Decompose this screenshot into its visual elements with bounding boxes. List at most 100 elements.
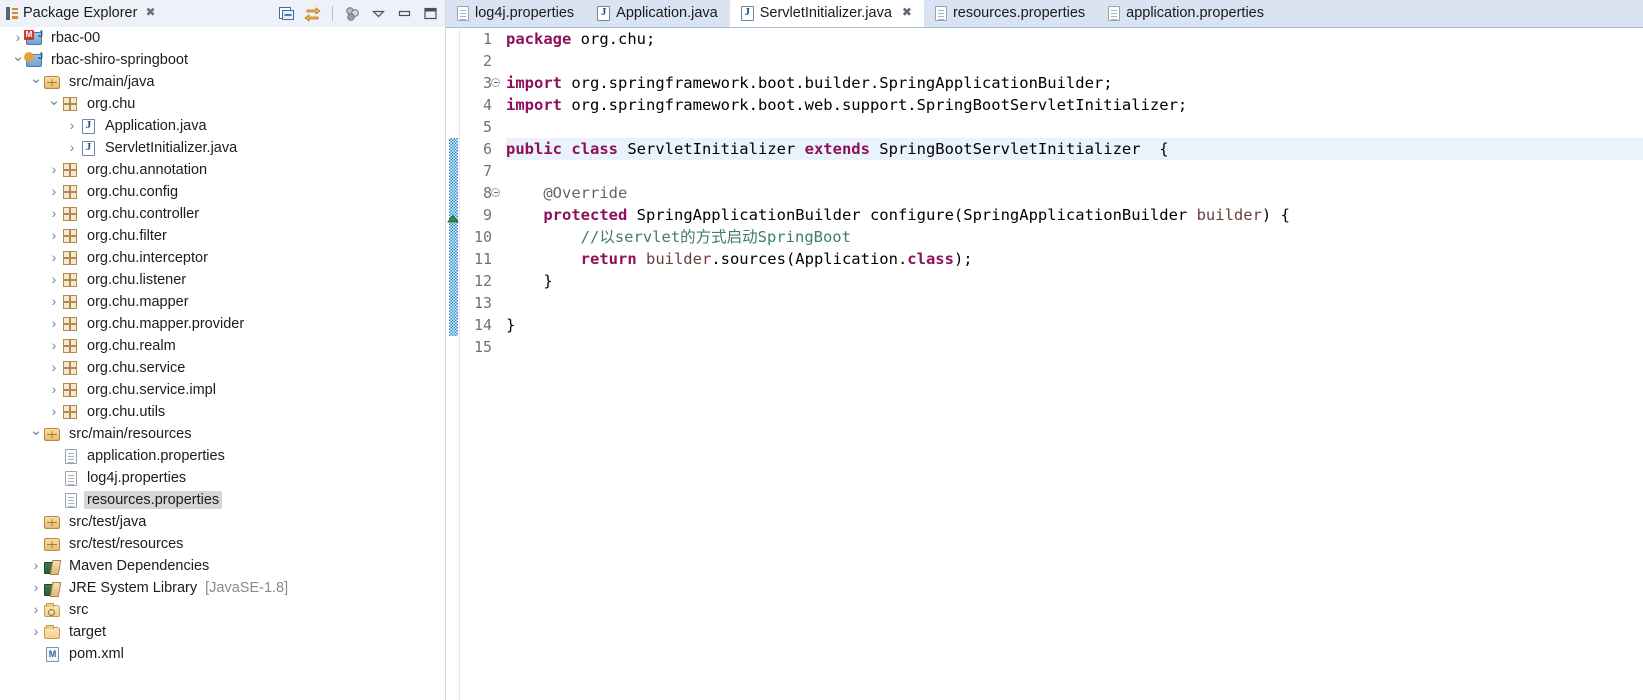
tree-item-org-chu-annotation[interactable]: › org.chu.annotation: [0, 159, 445, 181]
chevron-down-icon[interactable]: ⌄: [28, 71, 44, 93]
tree-item-src[interactable]: › src: [0, 599, 445, 621]
code-line[interactable]: return builder.sources(Application.class…: [506, 248, 1643, 270]
code-line[interactable]: [506, 50, 1643, 72]
tree-item-label: org.chu.interceptor: [87, 250, 208, 266]
chevron-down-icon[interactable]: ⌄: [28, 423, 44, 445]
tree-item-org-chu-utils[interactable]: › org.chu.utils: [0, 401, 445, 423]
close-icon[interactable]: ✖: [145, 5, 155, 19]
source-code[interactable]: package org.chu; import org.springframew…: [498, 28, 1643, 700]
chevron-right-icon[interactable]: ›: [28, 599, 44, 621]
tree-item-resources-properties[interactable]: resources.properties: [0, 489, 445, 511]
library-icon: [44, 557, 62, 575]
tree-item-application-properties[interactable]: application.properties: [0, 445, 445, 467]
chevron-right-icon[interactable]: ›: [64, 137, 80, 159]
view-tab-package-explorer[interactable]: Package Explorer ✖: [0, 0, 164, 27]
chevron-right-icon[interactable]: ›: [46, 313, 62, 335]
code-line[interactable]: [506, 336, 1643, 358]
chevron-right-icon[interactable]: ›: [46, 181, 62, 203]
tree-item-label: src/main/java: [69, 74, 155, 90]
collapse-all-icon[interactable]: [278, 5, 295, 22]
code-line[interactable]: [506, 116, 1643, 138]
annotation-ruler[interactable]: [446, 28, 460, 700]
chevron-down-icon[interactable]: ⌄: [10, 49, 26, 71]
tree-item-src-test-resources[interactable]: src/test/resources: [0, 533, 445, 555]
code-line[interactable]: @Override: [506, 182, 1643, 204]
editor-tab-log4j-properties[interactable]: log4j.properties: [446, 0, 586, 27]
editor-tab-application-java[interactable]: Application.java: [586, 0, 730, 27]
tree-item-log4j-properties[interactable]: log4j.properties: [0, 467, 445, 489]
chevron-right-icon[interactable]: ›: [46, 203, 62, 225]
chevron-right-icon[interactable]: ›: [46, 357, 62, 379]
editor-tab-resources-properties[interactable]: resources.properties: [924, 0, 1097, 27]
java-file-icon: [597, 5, 611, 21]
tree-item-org-chu-listener[interactable]: › org.chu.listener: [0, 269, 445, 291]
editor-tabbar[interactable]: log4j.properties Application.java ServletI…: [446, 0, 1643, 28]
editor-tab-servletinitializer-java[interactable]: ServletInitializer.java ✖: [729, 0, 924, 27]
chevron-right-icon[interactable]: ›: [46, 269, 62, 291]
filters-icon[interactable]: [344, 5, 361, 22]
editor-tab-application-properties[interactable]: application.properties: [1097, 0, 1276, 27]
tree-item-target[interactable]: › target: [0, 621, 445, 643]
close-icon[interactable]: ✖: [902, 5, 912, 19]
maximize-icon[interactable]: [422, 5, 439, 22]
package-icon: [62, 293, 80, 311]
tree-item-src-main-resources[interactable]: ⌄ src/main/resources: [0, 423, 445, 445]
code-token: org.springframework.boot.web.support.Spr…: [571, 96, 1188, 114]
code-editor[interactable]: 1 2 3 4 5 6 7 8 9 10 11 12 13 14 15 package org.chu; i…: [446, 28, 1643, 700]
chevron-right-icon[interactable]: ›: [46, 291, 62, 313]
tree-item-label: org.chu.realm: [87, 338, 176, 354]
tree-item-src-test-java[interactable]: src/test/java: [0, 511, 445, 533]
tree-item-org-chu-realm[interactable]: › org.chu.realm: [0, 335, 445, 357]
code-line[interactable]: [506, 160, 1643, 182]
chevron-right-icon[interactable]: ›: [64, 115, 80, 137]
tree-item-org-chu-controller[interactable]: › org.chu.controller: [0, 203, 445, 225]
tree-item-application-java[interactable]: › Application.java: [0, 115, 445, 137]
editor-area: log4j.properties Application.java ServletI…: [446, 0, 1643, 700]
properties-file-icon: [62, 469, 80, 487]
code-line[interactable]: public class ServletInitializer extends …: [506, 138, 1643, 160]
tree-item-org-chu-interceptor[interactable]: › org.chu.interceptor: [0, 247, 445, 269]
tree-item-src-main-java[interactable]: ⌄ src/main/java: [0, 71, 445, 93]
tree-item-jre-system-library[interactable]: › JRE System Library [JavaSE-1.8]: [0, 577, 445, 599]
tree-item-org-chu-filter[interactable]: › org.chu.filter: [0, 225, 445, 247]
tree-item-org-chu-service-impl[interactable]: › org.chu.service.impl: [0, 379, 445, 401]
code-line[interactable]: //以servlet的方式启动SpringBoot: [506, 226, 1643, 248]
code-line[interactable]: package org.chu;: [506, 28, 1643, 50]
line-number: 8: [460, 182, 500, 204]
tree-item-org-chu-config[interactable]: › org.chu.config: [0, 181, 445, 203]
chevron-right-icon[interactable]: ›: [46, 379, 62, 401]
override-marker-icon[interactable]: [447, 211, 459, 223]
chevron-right-icon[interactable]: ›: [28, 577, 44, 599]
tree-item-servletinitializer-java[interactable]: › ServletInitializer.java: [0, 137, 445, 159]
chevron-right-icon[interactable]: ›: [46, 401, 62, 423]
link-editor-icon[interactable]: [304, 5, 321, 22]
tree-item-maven-dependencies[interactable]: › Maven Dependencies: [0, 555, 445, 577]
tree-item-rbac-00[interactable]: ›rbac-00: [0, 27, 445, 49]
code-line[interactable]: protected SpringApplicationBuilder confi…: [506, 204, 1643, 226]
code-token: class: [571, 140, 628, 158]
code-line[interactable]: import org.springframework.boot.web.supp…: [506, 94, 1643, 116]
code-token: 的方式启动SpringBoot: [680, 228, 851, 246]
chevron-right-icon[interactable]: ›: [46, 247, 62, 269]
tree-item-pom-xml[interactable]: pom.xml: [0, 643, 445, 665]
minimize-icon[interactable]: [396, 5, 413, 22]
tree-item-rbac-shiro-springboot[interactable]: ⌄ rbac-shiro-springboot: [0, 49, 445, 71]
tree-item-org-chu[interactable]: ⌄ org.chu: [0, 93, 445, 115]
chevron-down-icon[interactable]: [370, 5, 387, 22]
code-line[interactable]: [506, 292, 1643, 314]
code-line[interactable]: import org.springframework.boot.builder.…: [506, 72, 1643, 94]
chevron-right-icon[interactable]: ›: [46, 335, 62, 357]
code-line[interactable]: }: [506, 314, 1643, 336]
chevron-right-icon[interactable]: ›: [28, 555, 44, 577]
tree-item-org-chu-mapper-provider[interactable]: › org.chu.mapper.provider: [0, 313, 445, 335]
chevron-right-icon[interactable]: ›: [28, 621, 44, 643]
tree-item-org-chu-mapper[interactable]: › org.chu.mapper: [0, 291, 445, 313]
package-icon: [62, 249, 80, 267]
code-line[interactable]: }: [506, 270, 1643, 292]
chevron-right-icon[interactable]: ›: [46, 225, 62, 247]
tree-item-org-chu-service[interactable]: › org.chu.service: [0, 357, 445, 379]
chevron-down-icon[interactable]: ⌄: [46, 93, 62, 115]
chevron-right-icon[interactable]: ›: [46, 159, 62, 181]
project-tree[interactable]: ›rbac-00⌄rbac-shiro-springboot⌄src/main/…: [0, 27, 445, 700]
